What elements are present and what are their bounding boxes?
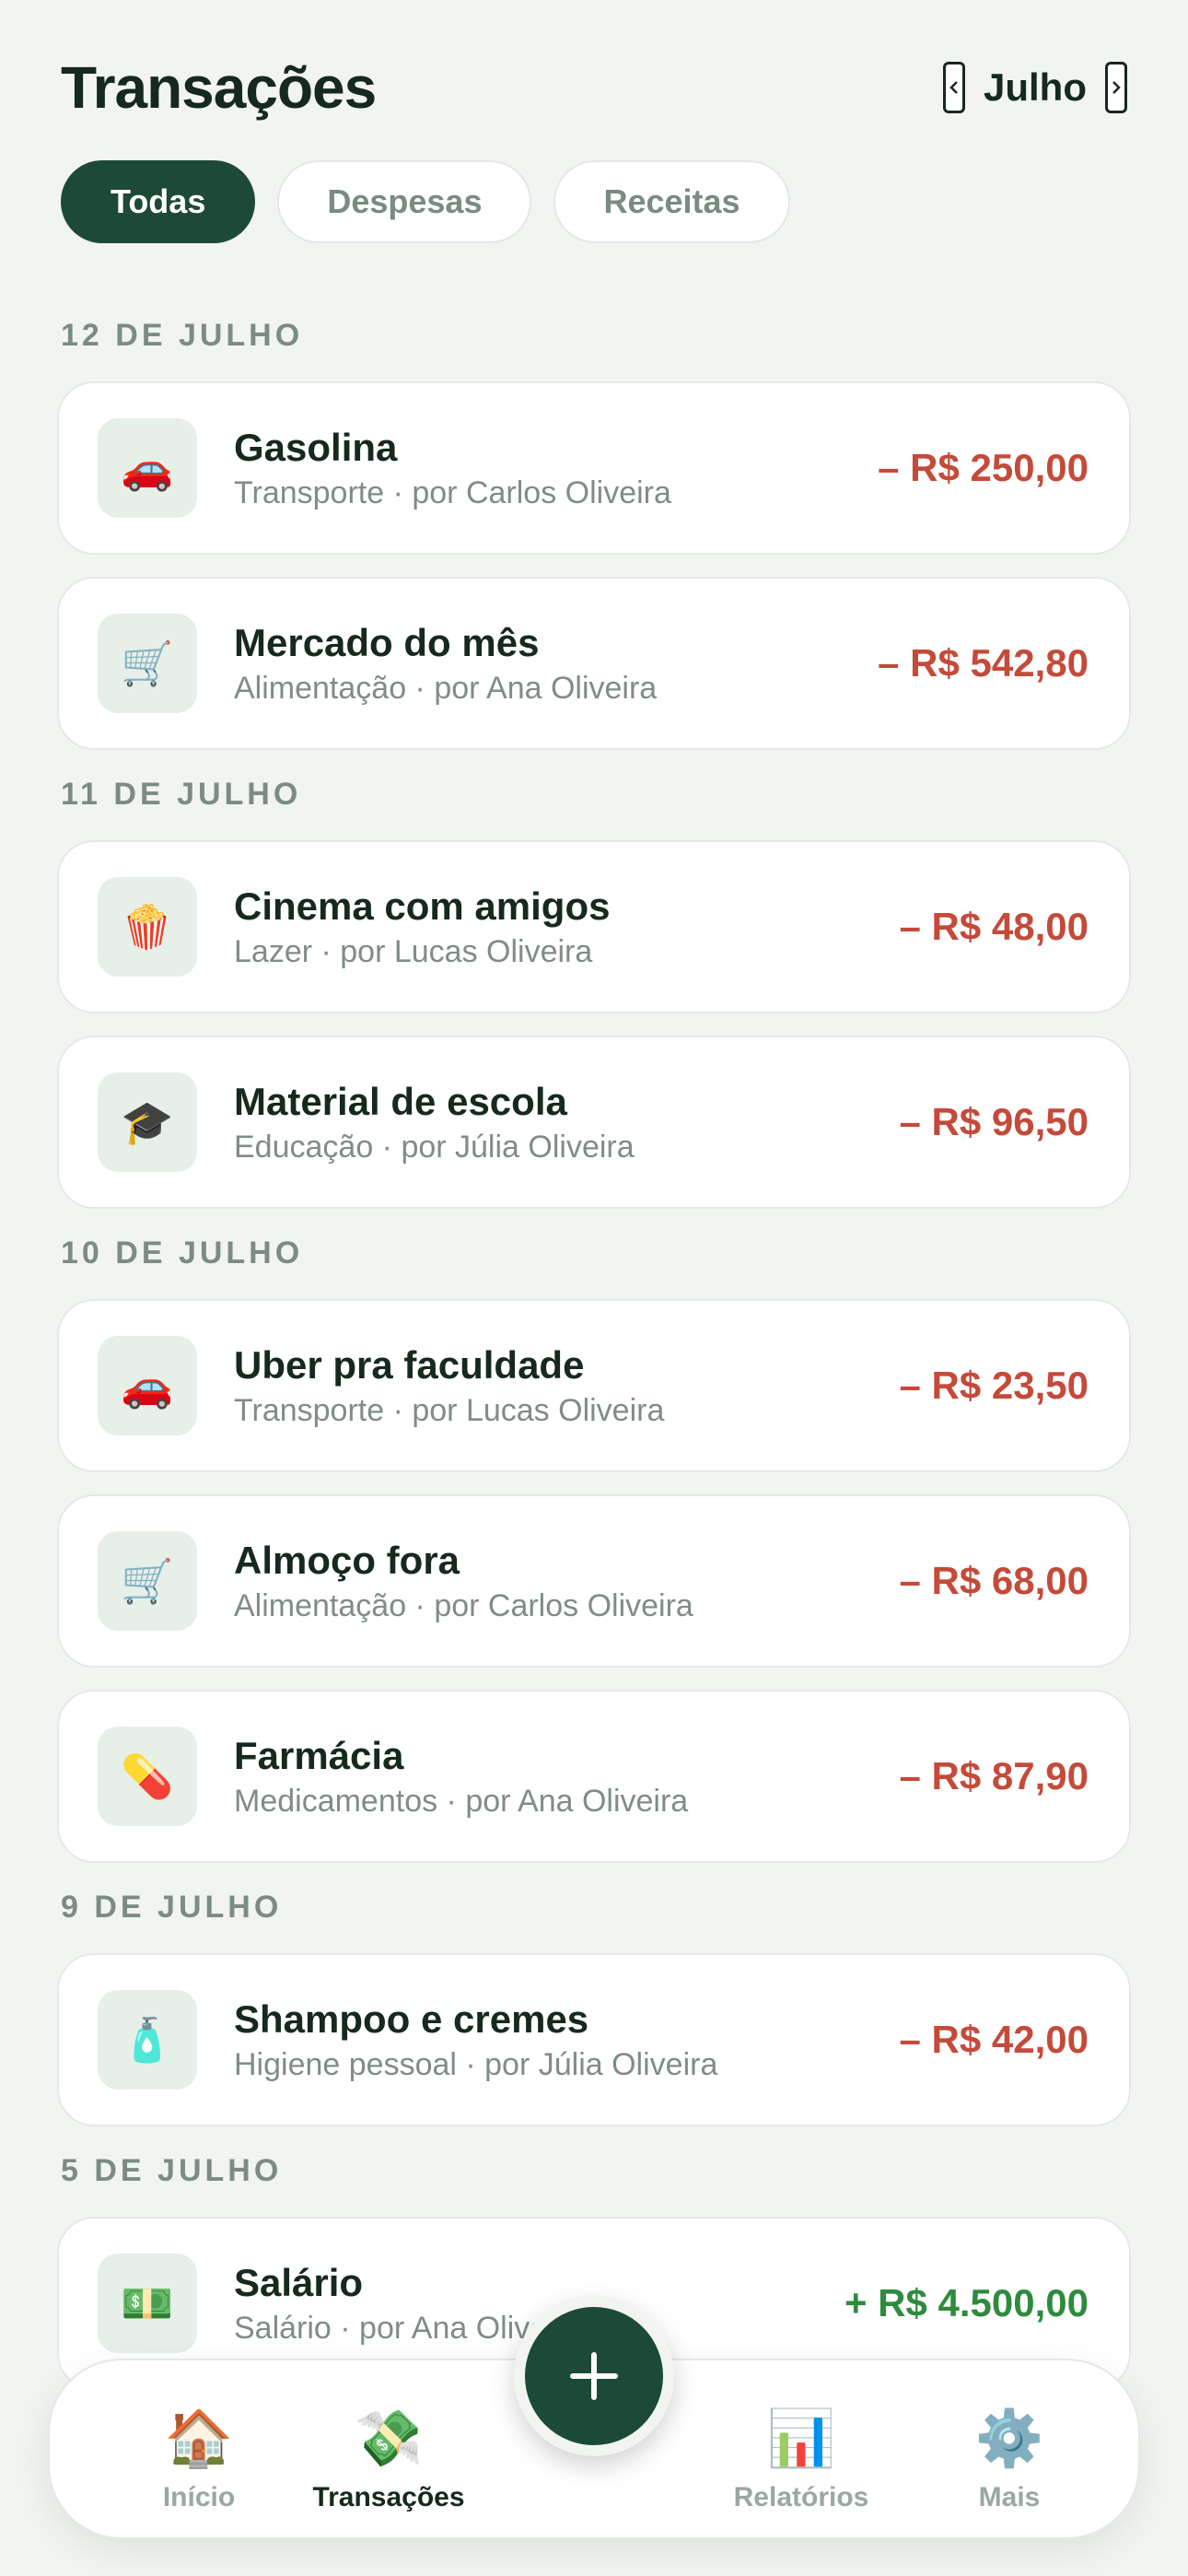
transaction-list: 12 DE JULHO 🚗 Gasolina Transporte · por … bbox=[57, 308, 1131, 2412]
transaction-title: Almoço fora bbox=[234, 1538, 460, 1582]
transaction-subtitle: Educação · por Júlia Oliveira bbox=[234, 1129, 635, 1165]
transaction-amount: + R$ 4.500,00 bbox=[844, 2281, 1089, 2324]
filter-all[interactable]: Todas bbox=[61, 160, 256, 243]
gear-icon: ⚙️ bbox=[974, 2407, 1044, 2469]
chevron-right-icon bbox=[1112, 81, 1121, 94]
transaction-amount: – R$ 68,00 bbox=[899, 1559, 1089, 1602]
month-selector: Julho bbox=[943, 62, 1127, 113]
transaction-subtitle: Transporte · por Lucas Oliveira bbox=[234, 1392, 665, 1428]
nav-label: Mais bbox=[978, 2482, 1041, 2512]
nav-item-more[interactable]: ⚙️ Mais bbox=[908, 2406, 1111, 2513]
transaction-amount: – R$ 542,80 bbox=[878, 641, 1089, 685]
transaction-item[interactable]: 🛒 Mercado do mês Alimentação · por Ana O… bbox=[57, 577, 1131, 750]
transaction-amount: – R$ 250,00 bbox=[878, 446, 1089, 489]
transaction-amount: – R$ 23,50 bbox=[899, 1364, 1089, 1407]
transaction-item[interactable]: 🚗 Uber pra faculdade Transporte · por Lu… bbox=[57, 1299, 1131, 1472]
transaction-title: Uber pra faculdade bbox=[234, 1342, 585, 1387]
date-header: 11 DE JULHO bbox=[61, 776, 302, 812]
transaction-title: Farmácia bbox=[234, 1733, 404, 1777]
cart-icon: 🛒 bbox=[98, 614, 197, 713]
transaction-amount: – R$ 42,00 bbox=[899, 2018, 1089, 2061]
transaction-title: Material de escola bbox=[234, 1079, 567, 1123]
transaction-item[interactable]: 🍿 Cinema com amigos Lazer · por Lucas Ol… bbox=[57, 840, 1131, 1013]
transaction-title: Shampoo e cremes bbox=[234, 1996, 589, 2041]
current-month: Julho bbox=[984, 65, 1087, 109]
money-wings-icon: 💸 bbox=[354, 2407, 424, 2469]
transaction-amount: – R$ 48,00 bbox=[899, 905, 1089, 948]
nav-item-home[interactable]: 🏠 Início bbox=[98, 2406, 300, 2513]
transaction-subtitle: Lazer · por Lucas Oliveira bbox=[234, 933, 593, 969]
filter-income[interactable]: Receitas bbox=[553, 160, 790, 243]
transaction-subtitle: Transporte · por Carlos Oliveira bbox=[234, 474, 671, 510]
transaction-title: Salário bbox=[234, 2260, 364, 2304]
add-transaction-button[interactable] bbox=[514, 2296, 674, 2456]
pill-icon: 💊 bbox=[98, 1727, 197, 1826]
nav-item-transactions[interactable]: 💸 Transações bbox=[287, 2406, 490, 2513]
nav-label: Transações bbox=[312, 2482, 465, 2512]
filter-tabs: Todas Despesas Receitas bbox=[61, 160, 790, 243]
car-icon: 🚗 bbox=[98, 418, 197, 518]
filter-expenses[interactable]: Despesas bbox=[277, 160, 532, 243]
transaction-subtitle: Alimentação · por Carlos Oliveira bbox=[234, 1587, 693, 1623]
nav-item-reports[interactable]: 📊 Relatórios bbox=[700, 2406, 903, 2513]
transaction-item[interactable]: 🛒 Almoço fora Alimentação · por Carlos O… bbox=[57, 1494, 1131, 1668]
transaction-amount: – R$ 96,50 bbox=[899, 1100, 1089, 1143]
bar-chart-icon: 📊 bbox=[766, 2407, 836, 2469]
nav-label: Início bbox=[162, 2482, 236, 2512]
cart-icon: 🛒 bbox=[98, 1531, 197, 1631]
plus-icon bbox=[570, 2352, 618, 2400]
car-icon: 🚗 bbox=[98, 1336, 197, 1435]
transaction-title: Cinema com amigos bbox=[234, 884, 611, 928]
date-header: 5 DE JULHO bbox=[61, 2152, 283, 2188]
transaction-subtitle: Higiene pessoal · por Júlia Oliveira bbox=[234, 2046, 718, 2082]
lotion-bottle-icon: 🧴 bbox=[98, 1990, 197, 2090]
transaction-amount: – R$ 87,90 bbox=[899, 1754, 1089, 1797]
transactions-screen: Transações Julho Todas Despesas Receitas… bbox=[0, 0, 1188, 2576]
transaction-subtitle: Medicamentos · por Ana Oliveira bbox=[234, 1783, 689, 1819]
header: Transações Julho bbox=[61, 46, 1127, 129]
page-title: Transações bbox=[61, 54, 377, 121]
graduation-cap-icon: 🎓 bbox=[98, 1072, 197, 1172]
date-header: 9 DE JULHO bbox=[61, 1889, 283, 1925]
next-month-button[interactable] bbox=[1105, 62, 1127, 113]
nav-label: Relatórios bbox=[733, 2482, 869, 2512]
money-icon: 💵 bbox=[98, 2254, 197, 2353]
transaction-item[interactable]: 🚗 Gasolina Transporte · por Carlos Olive… bbox=[57, 381, 1131, 555]
transaction-item[interactable]: 🧴 Shampoo e cremes Higiene pessoal · por… bbox=[57, 1953, 1131, 2126]
transaction-subtitle: Alimentação · por Ana Oliveira bbox=[234, 670, 658, 706]
chevron-left-icon bbox=[949, 81, 958, 94]
transaction-item[interactable]: 🎓 Material de escola Educação · por Júli… bbox=[57, 1036, 1131, 1209]
popcorn-icon: 🍿 bbox=[98, 877, 197, 977]
previous-month-button[interactable] bbox=[943, 62, 965, 113]
transaction-item[interactable]: 💊 Farmácia Medicamentos · por Ana Olivei… bbox=[57, 1690, 1131, 1863]
transaction-title: Mercado do mês bbox=[234, 620, 540, 664]
date-header: 12 DE JULHO bbox=[61, 317, 304, 353]
transaction-title: Gasolina bbox=[234, 425, 398, 469]
date-header: 10 DE JULHO bbox=[61, 1235, 304, 1270]
house-icon: 🏠 bbox=[164, 2407, 234, 2469]
